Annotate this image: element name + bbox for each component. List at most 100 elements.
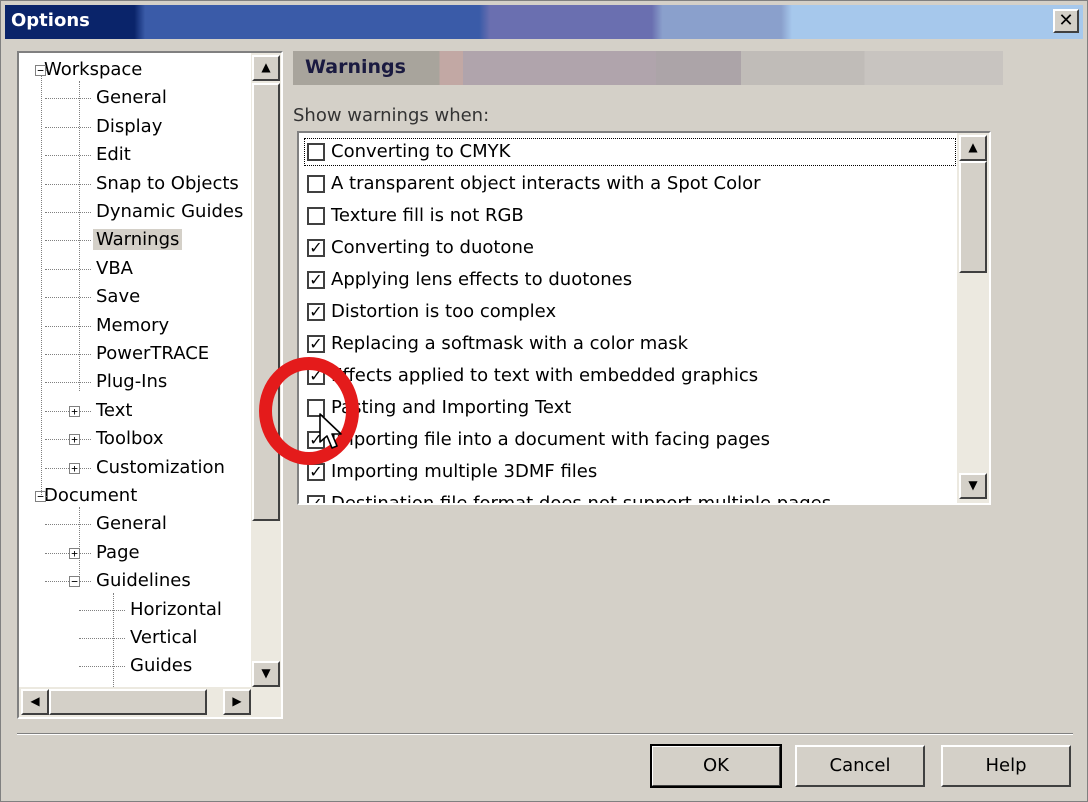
tree-item[interactable]: General (93, 85, 170, 111)
tree-guide-line (41, 75, 42, 495)
tree-connector (79, 666, 125, 668)
tree-horizontal-scrollbar[interactable]: ◀ ▶ (19, 687, 281, 717)
tree-item[interactable]: Memory (93, 313, 172, 339)
checkbox-checked[interactable]: ✓ (307, 303, 325, 321)
tree-connector (45, 98, 91, 100)
tree-item[interactable]: Page (93, 540, 143, 566)
checkbox-checked[interactable]: ✓ (307, 463, 325, 481)
warning-option-row[interactable]: Converting to CMYK (303, 137, 957, 167)
tree-scroll-up-button[interactable]: ▲ (252, 55, 280, 81)
checkbox-checked[interactable]: ✓ (307, 271, 325, 289)
tree-scroll-left-button[interactable]: ◀ (21, 689, 49, 715)
tree-connector (45, 467, 91, 469)
tree-item[interactable]: Warnings (93, 227, 183, 253)
tree-item-label: General (96, 513, 167, 535)
tree-item[interactable]: Save (93, 284, 143, 310)
expand-icon[interactable]: + (69, 405, 80, 417)
tree-scroll-right-button[interactable]: ▶ (223, 689, 251, 715)
arrow-right-icon: ▶ (232, 694, 242, 708)
tree-item-label: Dynamic Guides (96, 201, 244, 222)
checkbox-checked[interactable]: ✓ (307, 239, 325, 257)
tree-item[interactable]: VBA (93, 256, 136, 282)
list-vertical-scrollbar[interactable]: ▲ ▼ (957, 133, 989, 503)
tree-connector (45, 297, 91, 299)
tree-guide-line (79, 507, 80, 587)
expand-icon[interactable]: + (69, 434, 80, 446)
checkbox-unchecked[interactable] (307, 143, 325, 161)
tree-item[interactable]: PowerTRACE (93, 341, 212, 367)
tree-item[interactable]: Horizontal (127, 597, 225, 623)
tree-item[interactable]: Guidelines (93, 568, 194, 594)
tree-connector (45, 524, 91, 526)
list-scroll-up-button[interactable]: ▲ (959, 135, 987, 161)
warning-option-row[interactable]: ✓ Distortion is too complex (303, 297, 957, 327)
checkbox-checked[interactable]: ✓ (307, 495, 325, 503)
tree-connector (45, 581, 91, 583)
tree-connector (45, 382, 91, 384)
tree-item-label: Warnings (93, 229, 183, 251)
tree-item-label: PowerTRACE (96, 343, 210, 364)
ok-button[interactable]: OK (650, 744, 782, 788)
warning-option-row[interactable]: ✓ Destination file format does not suppor… (303, 489, 957, 505)
warning-option-label: Converting to duotone (331, 237, 534, 258)
tree-connector (45, 325, 91, 327)
expand-icon[interactable]: + (69, 462, 80, 474)
options-tree[interactable]: Workspace − General Display Edit Snap to Obje… (17, 51, 283, 719)
arrow-down-icon: ▼ (261, 666, 271, 680)
tree-item-label: VBA (96, 257, 133, 279)
tree-connector (79, 609, 125, 611)
tree-connector (45, 552, 91, 554)
tree-item[interactable]: Document (41, 483, 140, 509)
warning-option-row[interactable]: ✓ Converting to duotone (303, 233, 957, 263)
tree-item[interactable]: Guides (127, 653, 195, 679)
warning-option-label: Distortion is too complex (331, 301, 557, 322)
tree-item[interactable]: Text (93, 398, 135, 424)
warning-option-row[interactable]: Pasting and Importing Text (303, 393, 957, 423)
checkbox-unchecked[interactable] (307, 207, 325, 225)
tree-hscroll-thumb[interactable] (49, 689, 207, 715)
list-scroll-down-button[interactable]: ▼ (959, 473, 987, 499)
warning-option-row[interactable]: ✓ Replacing a softmask with a color mask (303, 329, 957, 359)
cancel-button[interactable]: Cancel (795, 745, 925, 787)
close-button[interactable]: ✕ (1053, 9, 1079, 33)
warning-option-label: Applying lens effects to duotones (331, 269, 633, 290)
tree-item[interactable]: Workspace (41, 57, 145, 83)
tree-item[interactable]: Snap to Objects (93, 171, 242, 197)
tree-scroll-thumb[interactable] (252, 83, 280, 521)
tree-item-label: Snap to Objects (96, 172, 239, 194)
warning-option-row[interactable]: Texture fill is not RGB (303, 201, 957, 231)
tree-item-label: Plug-Ins (96, 371, 168, 393)
tree-item[interactable]: Edit (93, 142, 134, 168)
list-scroll-thumb[interactable] (959, 161, 987, 273)
tree-connector (45, 126, 91, 128)
mouse-pointer-icon (319, 413, 342, 449)
tree-item[interactable]: Toolbox (93, 426, 167, 452)
warnings-checklist[interactable]: Converting to CMYK A transparent object i… (297, 131, 991, 505)
help-button[interactable]: Help (941, 745, 1071, 787)
tree-item-label: Horizontal (130, 598, 222, 620)
checkbox-unchecked[interactable] (307, 175, 325, 193)
warning-option-row[interactable]: A transparent object interacts with a Sp… (303, 169, 957, 199)
show-warnings-label: Show warnings when: (293, 105, 490, 126)
tree-item[interactable]: Display (93, 114, 165, 140)
warning-option-label: Converting to CMYK (331, 141, 511, 162)
tree-connector (45, 183, 91, 185)
tree-item-label: Workspace (44, 59, 143, 80)
warning-option-row[interactable]: ✓ Importing multiple 3DMF files (303, 457, 957, 487)
footer-divider (17, 733, 1073, 735)
warning-option-label: Importing multiple 3DMF files (331, 461, 598, 482)
tree-item[interactable]: Customization (93, 455, 228, 481)
tree-scroll-down-button[interactable]: ▼ (252, 661, 280, 687)
warning-option-row[interactable]: ✓ Applying lens effects to duotones (303, 265, 957, 295)
tree-item[interactable]: Plug-Ins (93, 369, 170, 395)
warning-option-row[interactable]: ✓ Importing file into a document with fac… (303, 425, 957, 455)
tree-item[interactable]: Dynamic Guides (93, 199, 246, 225)
checkbox-checked[interactable]: ✓ (307, 335, 325, 353)
tree-item-label: Display (96, 115, 163, 137)
tree-item[interactable]: General (93, 511, 170, 537)
warning-option-row[interactable]: ✓ Effects applied to text with embedded g… (303, 361, 957, 391)
window-title: Options (11, 10, 90, 31)
warning-option-label: Destination file format does not support… (331, 493, 832, 505)
tree-item[interactable]: Vertical (127, 625, 200, 651)
arrow-up-icon: ▲ (968, 140, 978, 154)
